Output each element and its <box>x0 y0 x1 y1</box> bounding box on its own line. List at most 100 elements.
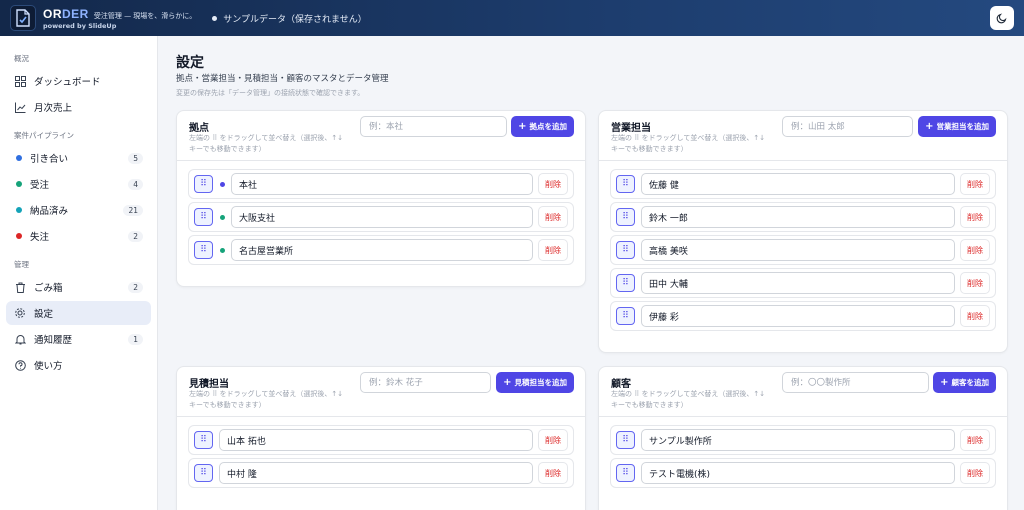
item-name-input[interactable] <box>231 239 533 261</box>
reorder-hint: 左端の ⠿ をドラッグして並べ替え（選択後、↑↓キーでも移動できます） <box>611 134 766 153</box>
delete-button[interactable]: 削除 <box>960 462 990 484</box>
count-badge: 21 <box>123 204 143 216</box>
delete-button[interactable]: 削除 <box>960 173 990 195</box>
item-name-input[interactable] <box>641 462 955 484</box>
new-base-input[interactable] <box>360 116 507 137</box>
sidebar-item-monthly-sales[interactable]: 月次売上 <box>6 95 151 119</box>
status-dot <box>16 181 22 187</box>
plus-icon: + <box>518 121 527 132</box>
drag-handle-icon[interactable]: ⠿ <box>194 464 213 482</box>
sidebar-item-delivered[interactable]: 納品済み 21 <box>6 198 151 222</box>
list-item: ⠿ 削除 <box>610 268 996 298</box>
sidebar-item-trash[interactable]: ごみ箱 2 <box>6 275 151 299</box>
item-name-input[interactable] <box>641 272 955 294</box>
list-item: ⠿ 削除 <box>610 169 996 199</box>
list-item: ⠿ 削除 <box>610 301 996 331</box>
sidebar-item-label: 設定 <box>34 309 54 320</box>
app-header: ORDER 受注管理 — 現場を、滑らかに。 powered by SlideU… <box>0 0 1024 36</box>
sidebar-item-lost[interactable]: 失注 2 <box>6 224 151 248</box>
sample-status: サンプルデータ（保存されません） <box>212 12 367 25</box>
chart-line-icon <box>14 101 26 113</box>
delete-button[interactable]: 削除 <box>538 462 568 484</box>
item-name-input[interactable] <box>641 305 955 327</box>
new-customer-input[interactable] <box>782 372 929 393</box>
reorder-hint: 左端の ⠿ をドラッグして並べ替え（選択後、↑↓キーでも移動できます） <box>189 134 344 153</box>
add-estimator-button[interactable]: + 見積担当を追加 <box>496 372 574 393</box>
drag-handle-icon[interactable]: ⠿ <box>194 208 213 226</box>
card-title: 見積担当 <box>189 379 229 390</box>
sales-list: ⠿ 削除 ⠿ 削除 ⠿ 削除 ⠿ 削除 ⠿ 削除 <box>599 161 1007 336</box>
delete-button[interactable]: 削除 <box>960 272 990 294</box>
item-name-input[interactable] <box>641 206 955 228</box>
delete-button[interactable]: 削除 <box>960 239 990 261</box>
add-base-button[interactable]: + 拠点を追加 <box>511 116 574 137</box>
list-item: ⠿ 削除 <box>188 458 574 488</box>
count-badge: 2 <box>128 281 143 293</box>
drag-handle-icon[interactable]: ⠿ <box>616 241 635 259</box>
section-pipeline: 案件パイプライン <box>14 131 74 140</box>
page-note: 変更の保存先は「データ管理」の接続状態で確認できます。 <box>176 89 365 97</box>
sidebar-item-label: 月次売上 <box>34 103 73 114</box>
sample-status-label: サンプルデータ（保存されません） <box>223 14 367 25</box>
add-sales-button[interactable]: + 営業担当を追加 <box>918 116 996 137</box>
item-name-input[interactable] <box>641 173 955 195</box>
main-content: 設定 拠点・営業担当・見積担当・顧客のマスタとデータ管理 変更の保存先は「データ… <box>158 36 1024 510</box>
drag-handle-icon[interactable]: ⠿ <box>194 431 213 449</box>
sidebar-item-label: 受注 <box>30 180 50 191</box>
drag-handle-icon[interactable]: ⠿ <box>616 175 635 193</box>
item-name-input[interactable] <box>231 173 533 195</box>
document-check-icon <box>16 9 30 27</box>
status-dot <box>16 233 22 239</box>
sidebar: 概況 ダッシュボード 月次売上 案件パイプライン 引き合い 5 受注 4 納品済… <box>0 36 158 510</box>
count-badge: 1 <box>128 333 143 345</box>
count-badge: 2 <box>128 230 143 242</box>
theme-toggle-button[interactable] <box>990 6 1014 30</box>
sidebar-item-notifications[interactable]: 通知履歴 1 <box>6 327 151 351</box>
sidebar-item-label: 通知履歴 <box>34 335 73 346</box>
list-item: ⠿ 削除 <box>610 235 996 265</box>
add-customer-button[interactable]: + 顧客を追加 <box>933 372 996 393</box>
dashboard-icon <box>14 75 26 87</box>
item-name-input[interactable] <box>641 429 955 451</box>
item-name-input[interactable] <box>231 206 533 228</box>
color-dot <box>220 181 225 187</box>
sidebar-item-inquiry[interactable]: 引き合い 5 <box>6 146 151 170</box>
list-item: ⠿ 削除 <box>188 169 574 199</box>
card-customers: 顧客 左端の ⠿ をドラッグして並べ替え（選択後、↑↓キーでも移動できます） +… <box>598 366 1008 510</box>
drag-handle-icon[interactable]: ⠿ <box>616 208 635 226</box>
list-item: ⠿ 削除 <box>610 202 996 232</box>
drag-handle-icon[interactable]: ⠿ <box>616 307 635 325</box>
sidebar-item-settings[interactable]: 設定 <box>6 301 151 325</box>
delete-button[interactable]: 削除 <box>538 429 568 451</box>
new-sales-input[interactable] <box>782 116 913 137</box>
drag-handle-icon[interactable]: ⠿ <box>194 241 213 259</box>
delete-button[interactable]: 削除 <box>538 239 568 261</box>
delete-button[interactable]: 削除 <box>960 206 990 228</box>
plus-icon: + <box>940 377 949 388</box>
sidebar-item-ordered[interactable]: 受注 4 <box>6 172 151 196</box>
card-sales: 営業担当 左端の ⠿ をドラッグして並べ替え（選択後、↑↓キーでも移動できます）… <box>598 110 1008 353</box>
delete-button[interactable]: 削除 <box>538 206 568 228</box>
item-name-input[interactable] <box>641 239 955 261</box>
card-bases: 拠点 左端の ⠿ をドラッグして並べ替え（選択後、↑↓キーでも移動できます） +… <box>176 110 586 287</box>
item-name-input[interactable] <box>219 462 533 484</box>
sidebar-item-help[interactable]: 使い方 <box>6 353 151 377</box>
color-dot <box>220 214 225 220</box>
drag-handle-icon[interactable]: ⠿ <box>194 175 213 193</box>
delete-button[interactable]: 削除 <box>538 173 568 195</box>
new-estimator-input[interactable] <box>360 372 491 393</box>
sidebar-item-label: 引き合い <box>30 154 69 165</box>
delete-button[interactable]: 削除 <box>960 429 990 451</box>
status-dot <box>16 155 22 161</box>
estimators-list: ⠿ 削除 ⠿ 削除 <box>177 417 585 493</box>
page-subtitle: 拠点・営業担当・見積担当・顧客のマスタとデータ管理 <box>176 74 389 84</box>
drag-handle-icon[interactable]: ⠿ <box>616 431 635 449</box>
item-name-input[interactable] <box>219 429 533 451</box>
drag-handle-icon[interactable]: ⠿ <box>616 464 635 482</box>
delete-button[interactable]: 削除 <box>960 305 990 327</box>
sidebar-item-dashboard[interactable]: ダッシュボード <box>6 69 151 93</box>
sidebar-item-label: ごみ箱 <box>34 283 63 294</box>
bases-list: ⠿ 削除 ⠿ 削除 ⠿ 削除 <box>177 161 585 270</box>
drag-handle-icon[interactable]: ⠿ <box>616 274 635 292</box>
app-logo <box>10 5 36 31</box>
